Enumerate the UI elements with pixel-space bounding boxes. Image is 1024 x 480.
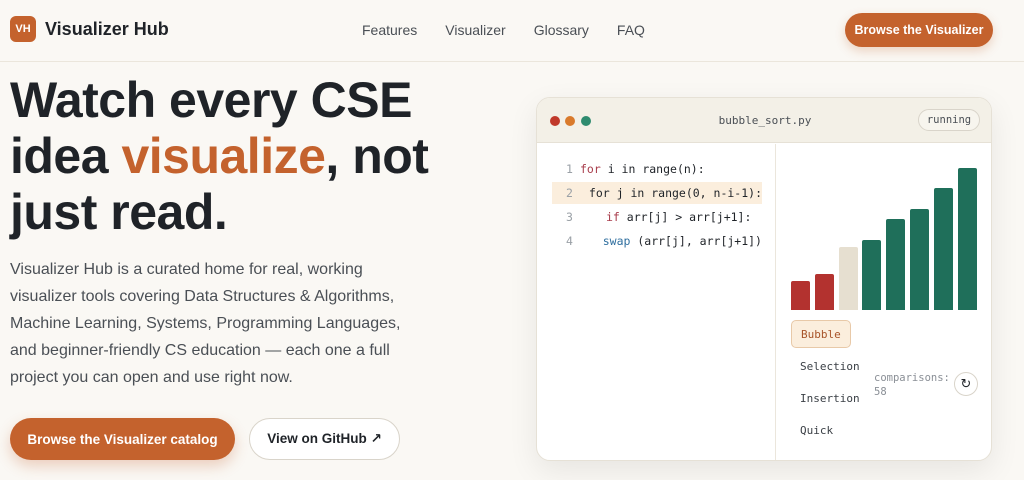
reset-icon[interactable]: ↻ — [954, 372, 978, 396]
algo-insertion[interactable]: Insertion — [791, 384, 869, 412]
sort-bar — [933, 188, 953, 310]
code-line: 3 if arr[j] > arr[j+1]: — [552, 206, 762, 228]
code-text: (arr[j], arr[j+1]) — [630, 234, 762, 248]
comparisons-value: 58 — [874, 386, 887, 398]
comparisons-counter: comparisons: 58 — [874, 371, 950, 399]
code-line: 1 for i in range(n): — [552, 158, 762, 180]
sort-bar-chart — [787, 158, 983, 310]
line-number: 2 — [566, 186, 573, 200]
code-keyword: swap — [602, 234, 631, 248]
comparisons-label: comparisons: — [874, 372, 950, 384]
code-keyword: for — [580, 162, 601, 176]
logo-badge[interactable]: VH — [10, 16, 36, 42]
algo-quick[interactable]: Quick — [791, 416, 842, 444]
hero-description: Visualizer Hub is a curated home for rea… — [10, 261, 401, 386]
site-header: VH Visualizer Hub Features Visualizer Gl… — [0, 0, 1024, 62]
hero-title: Watch every CSE idea visualize, not just… — [10, 72, 460, 240]
nav-features[interactable]: Features — [362, 22, 417, 38]
code-text: arr[j] > arr[j+1]: — [619, 210, 752, 224]
sort-bar — [910, 209, 929, 310]
code-keyword: if — [606, 210, 620, 224]
code-text: i in range(n): — [600, 162, 705, 176]
panel-divider — [775, 144, 776, 460]
sort-bar — [791, 280, 810, 310]
main-nav: Features Visualizer Glossary FAQ — [362, 22, 673, 38]
code-panel: 1 for i in range(n): 2 for j in range(0, n-… — [537, 144, 775, 460]
hero-title-accent: visualize — [121, 128, 326, 184]
browse-catalog-button[interactable]: Browse the Visualizer catalog — [10, 418, 235, 460]
nav-faq[interactable]: FAQ — [617, 22, 645, 38]
sort-bar — [957, 168, 977, 310]
window-titlebar: bubble_sort.py running — [537, 98, 991, 143]
sort-bar — [862, 239, 882, 310]
algo-bubble[interactable]: Bubble — [791, 320, 851, 348]
line-number: 1 — [566, 162, 573, 176]
code-text: for j in range(0, n-i-1): — [588, 186, 762, 200]
browse-visualizer-button[interactable]: Browse the Visualizer — [845, 13, 993, 47]
sort-bar — [814, 273, 834, 310]
visualizer-window: bubble_sort.py running 1 for i in range(n… — [536, 97, 992, 461]
algo-selection[interactable]: Selection — [791, 352, 869, 380]
brand-name[interactable]: Visualizer Hub — [45, 19, 169, 40]
nav-glossary[interactable]: Glossary — [534, 22, 589, 38]
nav-visualizer[interactable]: Visualizer — [445, 22, 505, 38]
code-line: 2 for j in range(0, n-i-1): — [552, 182, 762, 204]
sort-bar — [838, 246, 858, 310]
code-line: 4 swap (arr[j], arr[j+1]) — [552, 230, 762, 252]
view-github-button[interactable]: View on GitHub ↗ — [249, 418, 400, 460]
sort-bar — [886, 219, 906, 310]
line-number: 4 — [566, 234, 573, 248]
line-number: 3 — [566, 210, 573, 224]
status-badge: running — [918, 109, 980, 131]
